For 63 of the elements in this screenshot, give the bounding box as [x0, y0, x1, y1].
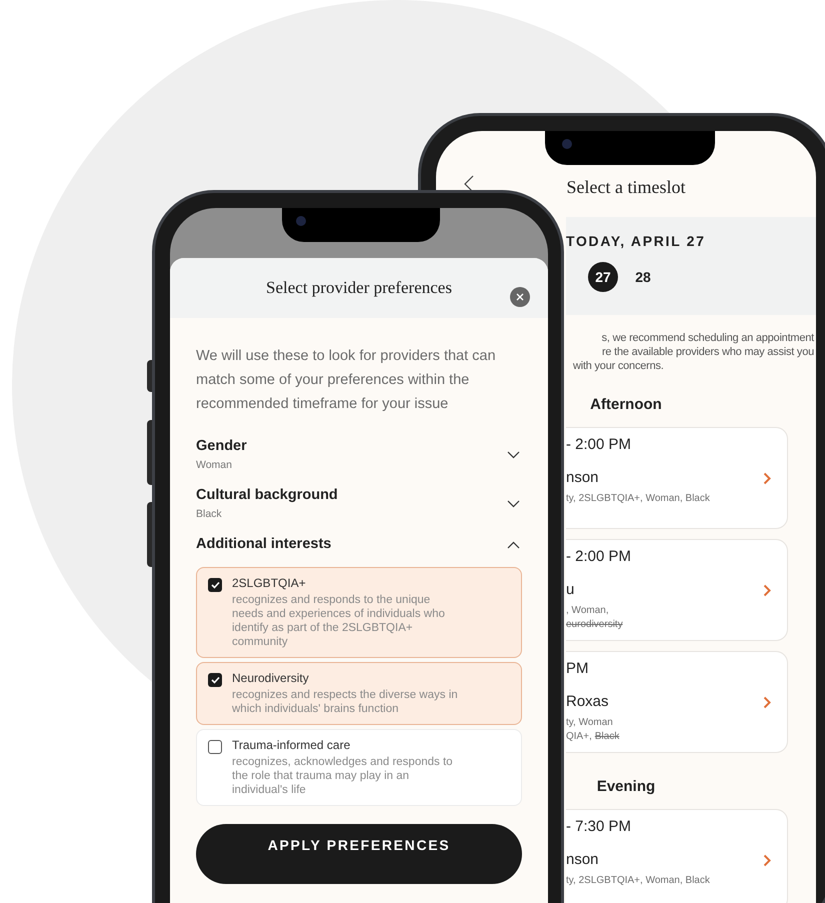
- filter-label: Cultural background: [196, 486, 338, 505]
- provider-name: u: [566, 581, 574, 599]
- screen-title: Select a timeslot: [566, 177, 686, 197]
- chevron-down-icon: [507, 450, 520, 458]
- timeslot-card[interactable]: PM Roxas ty, Woman QIA+, Black: [566, 651, 788, 753]
- timeslot-card[interactable]: - 2:00 PM nson ty, 2SLGBTQIA+, Woman, Black: [566, 427, 788, 529]
- filter-label: Gender: [196, 437, 247, 456]
- section-heading: Afternoon: [590, 396, 662, 413]
- chevron-right-icon: [763, 696, 771, 709]
- option-description: recognizes and respects the diverse ways in which individuals' brains function: [232, 688, 459, 716]
- timeslot-card[interactable]: - 2:00 PM u , Woman, eurodiversity: [566, 539, 788, 641]
- slot-time: - 2:00 PM: [566, 436, 632, 454]
- provider-tags: eurodiversity: [566, 618, 623, 632]
- option-title: 2SLGBTQIA+: [232, 576, 307, 591]
- date-button[interactable]: 27: [588, 262, 618, 292]
- provider-name: Roxas: [566, 693, 609, 711]
- chevron-right-icon: [763, 854, 771, 867]
- close-button[interactable]: [510, 287, 530, 307]
- close-icon: [516, 293, 524, 301]
- interest-option[interactable]: Neurodiversity recognizes and respects the diverse ways in which individuals' brains function: [196, 662, 522, 725]
- recommendation-text: s, we recommend scheduling an appointment: [602, 332, 814, 344]
- section-heading: Evening: [596, 778, 656, 795]
- option-description: recognizes, acknowledges and responds to the role that trauma may play in an individual's life: [232, 755, 454, 797]
- chevron-down-icon: [507, 500, 520, 508]
- provider-tags: QIA+,: [566, 730, 592, 744]
- slot-time: - 7:30 PM: [566, 818, 632, 836]
- provider-name: nson: [566, 469, 599, 487]
- filter-value: Woman: [196, 459, 233, 472]
- date-button[interactable]: 28: [628, 262, 658, 292]
- slot-time: PM: [566, 660, 590, 678]
- filter-dropdown[interactable]: Cultural background Black: [196, 479, 522, 528]
- option-description: recognizes and responds to the unique needs and experiences of individuals who identify as part of the 2SLGBTQIA+ community: [232, 593, 446, 649]
- timeslot-card[interactable]: - 7:30 PM nson ty, 2SLGBTQIA+, Woman, Black: [566, 809, 788, 903]
- provider-tags: ty, Woman: [566, 716, 613, 730]
- checkmark-icon: [210, 581, 220, 589]
- chevron-right-icon: [763, 472, 771, 485]
- option-title: Neurodiversity: [232, 671, 310, 686]
- chevron-right-icon: [763, 584, 771, 597]
- back-icon[interactable]: [464, 175, 474, 193]
- recommendation-text: with your concerns.: [573, 360, 664, 372]
- slot-time: - 2:00 PM: [566, 548, 632, 566]
- intro-text: We will use these to look for providers that can match some of your preferences within the recommended timeframe for your issue: [196, 347, 497, 414]
- filter-dropdown[interactable]: Additional interests: [196, 528, 522, 561]
- option-title: Trauma-informed care: [232, 738, 352, 753]
- provider-tags: ty, 2SLGBTQIA+, Woman, Black: [566, 874, 710, 888]
- provider-tags: , Woman,: [566, 604, 609, 618]
- provider-name: nson: [566, 851, 599, 869]
- checkmark-icon: [210, 676, 220, 684]
- filter-dropdown[interactable]: Gender Woman: [196, 430, 522, 479]
- interest-option[interactable]: 2SLGBTQIA+ recognizes and responds to the unique needs and experiences of individuals who identify as part of the 2SLGBTQIA+ community: [196, 567, 522, 658]
- filter-value: Black: [196, 508, 223, 521]
- recommendation-text: re the available providers who may assist you: [602, 346, 814, 358]
- checkbox[interactable]: [208, 740, 222, 754]
- checkbox[interactable]: [208, 673, 222, 687]
- interest-option[interactable]: Trauma-informed care recognizes, acknowledges and responds to the role that trauma may play in an individual's life: [196, 729, 522, 806]
- provider-tags: ty, 2SLGBTQIA+, Woman, Black: [566, 492, 710, 506]
- sheet-title: Select provider preferences: [266, 277, 452, 300]
- provider-tags: Black: [594, 730, 620, 744]
- chevron-up-icon: [507, 540, 520, 548]
- apply-preferences-button[interactable]: APPLY PREFERENCES: [196, 824, 522, 884]
- date-heading: TODAY, APRIL 27: [566, 232, 707, 250]
- checkbox[interactable]: [208, 578, 222, 592]
- filter-label: Additional interests: [196, 535, 332, 554]
